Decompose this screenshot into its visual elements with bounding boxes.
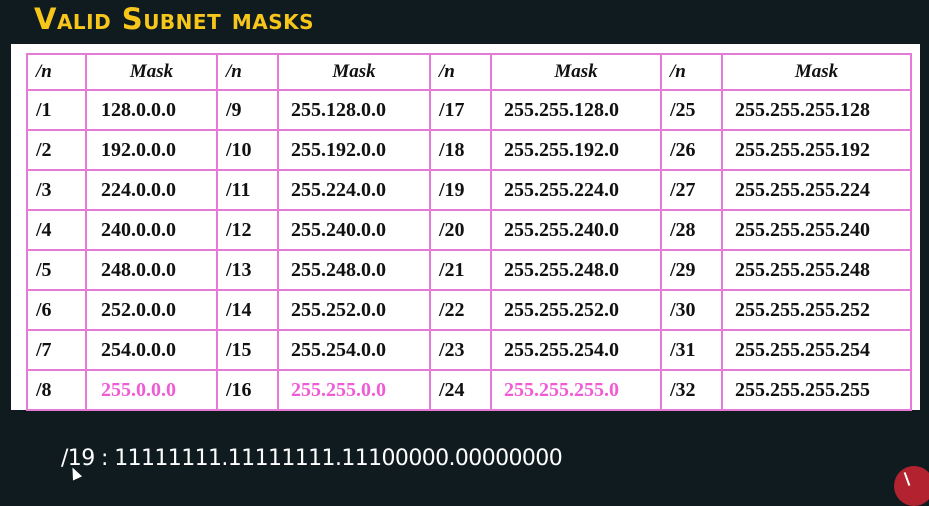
subnet-mask-table: /n Mask /n Mask /n Mask /n Mask /1 128.0.… xyxy=(26,53,912,411)
mask-cell: 248.0.0.0 xyxy=(85,249,218,291)
mask-cell: 255.255.192.0 xyxy=(490,129,662,171)
prefix-cell: /19 xyxy=(429,169,492,211)
mask-cell: 255.255.255.252 xyxy=(721,289,912,331)
mask-cell: 128.0.0.0 xyxy=(85,89,218,131)
prefix-cell: /29 xyxy=(660,249,723,291)
mask-cell: 255.254.0.0 xyxy=(277,329,431,371)
mask-cell: 192.0.0.0 xyxy=(85,129,218,171)
mask-cell: 255.255.255.128 xyxy=(721,89,912,131)
column-header-n: /n xyxy=(429,53,492,91)
table-row: /5 248.0.0.0/13 255.248.0.0/21 255.255.248.… xyxy=(26,249,912,291)
prefix-cell: /17 xyxy=(429,89,492,131)
prefix-cell: /4 xyxy=(26,209,87,251)
mask-cell: 255.248.0.0 xyxy=(277,249,431,291)
prefix-cell: /2 xyxy=(26,129,87,171)
prefix-cell: /15 xyxy=(216,329,279,371)
mask-cell: 255.128.0.0 xyxy=(277,89,431,131)
slide-title: Valid Subnet masks xyxy=(34,2,315,36)
table-row: /4 240.0.0.0/12 255.240.0.0/20 255.255.240.… xyxy=(26,209,912,251)
prefix-cell: /11 xyxy=(216,169,279,211)
prefix-cell: /5 xyxy=(26,249,87,291)
table-panel: /n Mask /n Mask /n Mask /n Mask /1 128.0.… xyxy=(11,44,920,411)
prefix-cell: /24 xyxy=(429,369,492,411)
mask-cell: 252.0.0.0 xyxy=(85,289,218,331)
prefix-cell: /20 xyxy=(429,209,492,251)
prefix-cell: /14 xyxy=(216,289,279,331)
mask-cell: 255.255.255.255 xyxy=(721,369,912,411)
table-header-row: /n Mask /n Mask /n Mask /n Mask xyxy=(26,53,912,91)
mask-cell: 224.0.0.0 xyxy=(85,169,218,211)
table-row: /1 128.0.0.0/9 255.128.0.0/17 255.255.128.0… xyxy=(26,89,912,131)
column-header-mask: Mask xyxy=(490,53,662,91)
mask-cell: 255.255.255.254 xyxy=(721,329,912,371)
prefix-cell: /10 xyxy=(216,129,279,171)
prefix-cell: /1 xyxy=(26,89,87,131)
mask-cell: 254.0.0.0 xyxy=(85,329,218,371)
table-row: /6 252.0.0.0/14 255.252.0.0/22 255.255.252.… xyxy=(26,289,912,331)
mask-cell: 255.255.255.0 xyxy=(490,369,662,411)
column-header-n: /n xyxy=(26,53,87,91)
prefix-cell: /21 xyxy=(429,249,492,291)
prefix-cell: /3 xyxy=(26,169,87,211)
mask-cell: 255.255.248.0 xyxy=(490,249,662,291)
mask-cell: 255.255.224.0 xyxy=(490,169,662,211)
mask-cell: 255.255.252.0 xyxy=(490,289,662,331)
prefix-cell: /6 xyxy=(26,289,87,331)
mask-cell: 255.0.0.0 xyxy=(85,369,218,411)
binary-representation: /19 : 11111111.11111111.11100000.0000000… xyxy=(61,446,563,471)
table-row: /2 192.0.0.0/10 255.192.0.0/18 255.255.192.… xyxy=(26,129,912,171)
prefix-cell: /18 xyxy=(429,129,492,171)
mask-cell: 255.255.128.0 xyxy=(490,89,662,131)
mask-cell: 255.255.255.240 xyxy=(721,209,912,251)
prefix-cell: /7 xyxy=(26,329,87,371)
table-row: /7 254.0.0.0/15 255.254.0.0/23 255.255.254.… xyxy=(26,329,912,371)
mask-cell: 255.224.0.0 xyxy=(277,169,431,211)
corner-badge xyxy=(894,466,929,506)
prefix-cell: /22 xyxy=(429,289,492,331)
mask-cell: 255.255.0.0 xyxy=(277,369,431,411)
prefix-cell: /28 xyxy=(660,209,723,251)
prefix-cell: /8 xyxy=(26,369,87,411)
column-header-n: /n xyxy=(216,53,279,91)
mask-cell: 255.192.0.0 xyxy=(277,129,431,171)
mask-cell: 255.255.254.0 xyxy=(490,329,662,371)
column-header-n: /n xyxy=(660,53,723,91)
column-header-mask: Mask xyxy=(277,53,431,91)
prefix-cell: /25 xyxy=(660,89,723,131)
table-row: /8 255.0.0.0/16 255.255.0.0/24 255.255.255.… xyxy=(26,369,912,411)
prefix-cell: /30 xyxy=(660,289,723,331)
table-row: /3 224.0.0.0/11 255.224.0.0/19 255.255.224.… xyxy=(26,169,912,211)
prefix-cell: /9 xyxy=(216,89,279,131)
mask-cell: 255.255.240.0 xyxy=(490,209,662,251)
mask-cell: 255.255.255.192 xyxy=(721,129,912,171)
mask-cell: 255.255.255.224 xyxy=(721,169,912,211)
prefix-cell: /12 xyxy=(216,209,279,251)
prefix-cell: /26 xyxy=(660,129,723,171)
prefix-cell: /23 xyxy=(429,329,492,371)
mask-cell: 255.240.0.0 xyxy=(277,209,431,251)
mask-cell: 255.255.255.248 xyxy=(721,249,912,291)
mask-cell: 240.0.0.0 xyxy=(85,209,218,251)
prefix-cell: /27 xyxy=(660,169,723,211)
column-header-mask: Mask xyxy=(721,53,912,91)
prefix-cell: /32 xyxy=(660,369,723,411)
column-header-mask: Mask xyxy=(85,53,218,91)
prefix-cell: /31 xyxy=(660,329,723,371)
prefix-cell: /16 xyxy=(216,369,279,411)
mask-cell: 255.252.0.0 xyxy=(277,289,431,331)
prefix-cell: /13 xyxy=(216,249,279,291)
